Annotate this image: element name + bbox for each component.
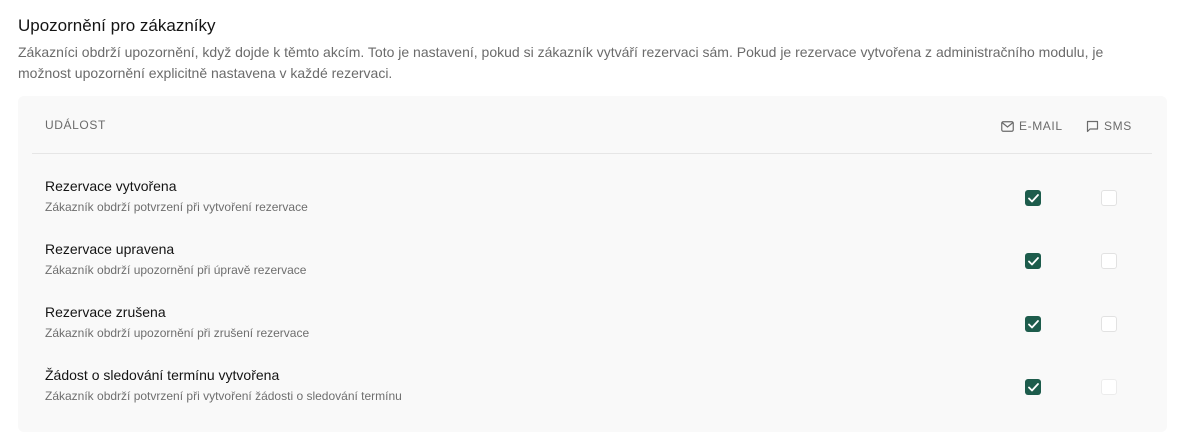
- notifications-table: UDÁLOST E-MAIL SMS Rezervace vytvořena Z…: [18, 96, 1167, 432]
- sms-checkbox[interactable]: [1101, 253, 1117, 269]
- checkmark-icon: [1027, 256, 1039, 265]
- event-subtitle: Zákazník obdrží upozornění při zrušení r…: [45, 326, 310, 340]
- email-checkbox[interactable]: [1025, 316, 1041, 332]
- section-description: Zákazníci obdrží upozornění, když dojde …: [18, 44, 1104, 81]
- sms-checkbox[interactable]: [1101, 316, 1117, 332]
- event-subtitle: Zákazník obdrží potvrzení při vytvoření …: [45, 389, 402, 403]
- chat-bubble-icon: [1086, 120, 1099, 132]
- event-subtitle: Zákazník obdrží upozornění při úpravě re…: [45, 263, 307, 277]
- column-header-sms: SMS: [1086, 118, 1132, 134]
- event-title: Rezervace zrušena: [45, 304, 166, 320]
- customer-notifications-section: Upozornění pro zákazníky Zákazníci obdrž…: [0, 0, 1184, 447]
- mail-icon: [1001, 120, 1014, 132]
- event-title: Rezervace vytvořena: [45, 178, 177, 194]
- column-header-email: E-MAIL: [1001, 118, 1063, 134]
- sms-checkbox[interactable]: [1101, 190, 1117, 206]
- checkmark-icon: [1027, 382, 1039, 391]
- table-row: Žádost o sledování termínu vytvořena Zák…: [45, 367, 1145, 417]
- checkmark-icon: [1027, 193, 1039, 202]
- table-row: Rezervace upravena Zákazník obdrží upozo…: [45, 241, 1145, 291]
- column-header-sms-label: SMS: [1104, 119, 1132, 133]
- table-row: Rezervace vytvořena Zákazník obdrží potv…: [45, 178, 1145, 228]
- column-header-event: UDÁLOST: [45, 118, 106, 132]
- email-checkbox[interactable]: [1025, 253, 1041, 269]
- email-checkbox[interactable]: [1025, 190, 1041, 206]
- event-title: Žádost o sledování termínu vytvořena: [45, 367, 280, 383]
- event-subtitle: Zákazník obdrží potvrzení při vytvoření …: [45, 200, 308, 214]
- email-checkbox[interactable]: [1025, 379, 1041, 395]
- column-header-email-label: E-MAIL: [1019, 119, 1063, 133]
- checkmark-icon: [1027, 319, 1039, 328]
- section-title: Upozornění pro zákazníky: [18, 16, 216, 35]
- table-row: Rezervace zrušena Zákazník obdrží upozor…: [45, 304, 1145, 354]
- table-header: UDÁLOST E-MAIL SMS: [32, 96, 1152, 154]
- event-title: Rezervace upravena: [45, 241, 175, 257]
- sms-checkbox[interactable]: [1101, 379, 1117, 395]
